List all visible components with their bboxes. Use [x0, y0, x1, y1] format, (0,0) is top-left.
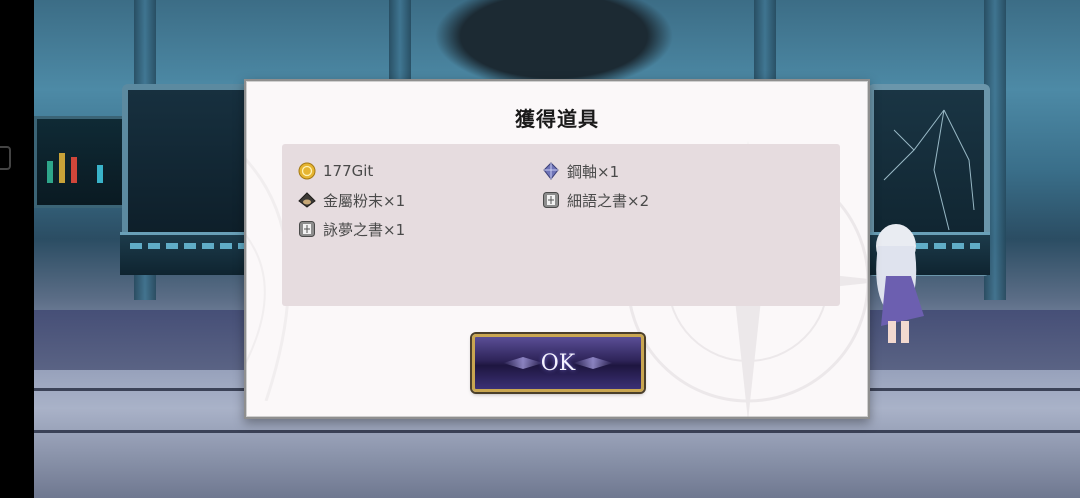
- background-machine: [434, 0, 674, 90]
- background-monitor: [34, 116, 126, 208]
- character-sprite: [866, 216, 936, 346]
- acquired-items-list: 177Git 鋼軸×1 金屬粉末×1 細語之書×2 詠夢之書×1: [282, 144, 840, 306]
- item-label: 177Git: [323, 162, 374, 180]
- dialog-title: 獲得道具: [515, 107, 599, 131]
- item-label: 詠夢之書×1: [323, 220, 406, 239]
- dream-book-icon: [298, 220, 316, 238]
- metal-powder-icon: [298, 191, 316, 209]
- item-label: 金屬粉末×1: [323, 191, 406, 210]
- list-item: 金屬粉末×1: [298, 188, 405, 212]
- steel-shaft-icon: [542, 162, 560, 180]
- game-screen: 獲得道具 177Git 鋼軸×1 金屬粉末×1 細語之書×2 詠夢之書×1 OK: [0, 0, 1080, 498]
- list-item: 鋼軸×1: [542, 159, 619, 183]
- gold-coin-icon: [298, 162, 316, 180]
- device-edge: [0, 0, 34, 498]
- ok-button-label: OK: [540, 350, 576, 376]
- list-item: 177Git: [298, 159, 373, 183]
- list-item: 細語之書×2: [542, 188, 649, 212]
- ok-button[interactable]: OK: [472, 334, 644, 392]
- list-item: 詠夢之書×1: [298, 217, 405, 241]
- whisper-book-icon: [542, 191, 560, 209]
- device-notch: [0, 146, 11, 170]
- item-acquired-dialog: 獲得道具 177Git 鋼軸×1 金屬粉末×1 細語之書×2 詠夢之書×1 OK: [244, 79, 870, 419]
- item-label: 鋼軸×1: [567, 162, 620, 181]
- item-label: 細語之書×2: [567, 191, 650, 210]
